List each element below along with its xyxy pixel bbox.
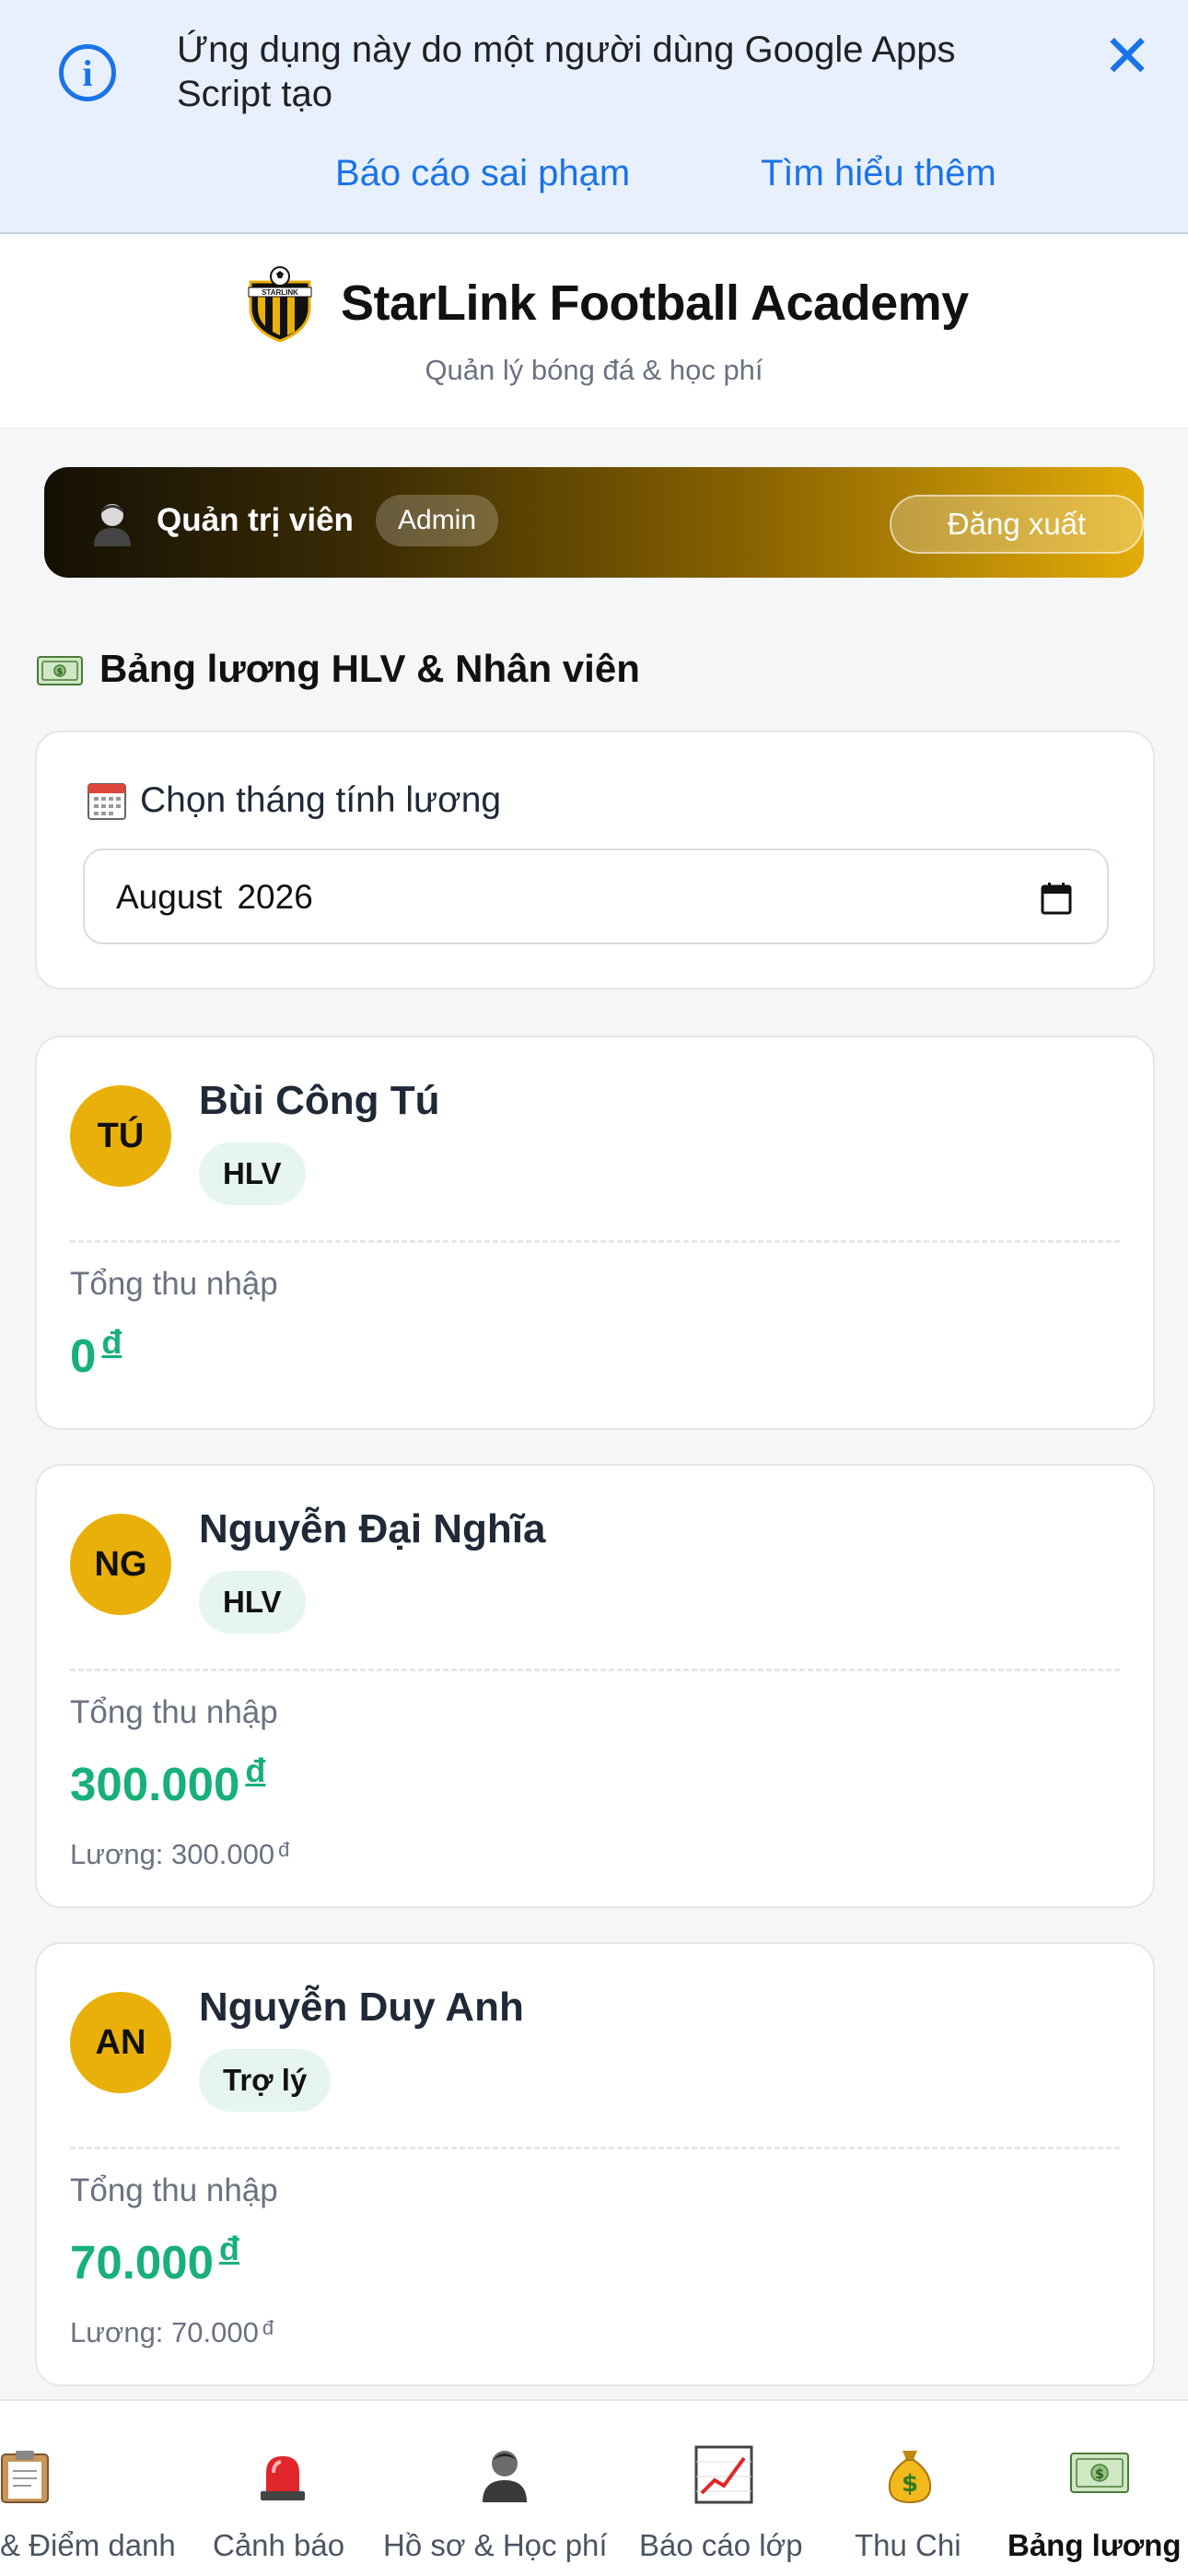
calendar-picker-icon[interactable] xyxy=(1041,882,1072,915)
income-label: Tổng thu nhập xyxy=(70,2172,278,2208)
admin-badge: Admin xyxy=(376,495,499,546)
income-amount: 300.000 xyxy=(70,1758,240,1810)
staff-card: AN Nguyễn Duy Anh Trợ lý Tổng thu nhập 7… xyxy=(35,1942,1155,2386)
nav-item-attendance[interactable]: & Điểm danh xyxy=(0,2401,193,2576)
app-title: StarLink Football Academy xyxy=(341,275,969,331)
nav-label: Cảnh báo xyxy=(213,2528,345,2562)
svg-text:STARLINK: STARLINK xyxy=(262,288,298,297)
divider xyxy=(70,2147,1120,2149)
role-badge: HLV xyxy=(199,1571,306,1633)
nav-label: Báo cáo lớp xyxy=(639,2528,803,2562)
staff-name: Nguyễn Duy Anh xyxy=(199,1985,524,2030)
banknote-icon: $ xyxy=(37,656,83,685)
role-badge: Trợ lý xyxy=(199,2049,332,2112)
divider xyxy=(70,1669,1120,1671)
nav-item-alerts[interactable]: Cảnh báo xyxy=(198,2401,368,2576)
income-label: Tổng thu nhập xyxy=(70,1694,278,1730)
nav-label: Hồ sơ & Học phí xyxy=(383,2528,608,2562)
divider xyxy=(70,1240,1120,1243)
person-icon xyxy=(483,2451,527,2502)
month-picker-card: Chọn tháng tính lương August 2026 xyxy=(35,731,1155,989)
siren-icon xyxy=(261,2456,305,2500)
income-value: 70.000 đ xyxy=(70,2230,239,2289)
nav-item-income-expense[interactable]: $ Thu Chi xyxy=(829,2401,990,2576)
svg-text:$: $ xyxy=(1095,2467,1104,2482)
bottom-nav: & Điểm danh Cảnh báo Hồ sơ & Học phí Báo… xyxy=(0,2399,1188,2576)
currency-symbol: đ xyxy=(245,1751,266,1789)
nav-label: Bảng lương xyxy=(1007,2528,1182,2562)
staff-name: Bùi Công Tú xyxy=(199,1078,440,1123)
currency-symbol: đ xyxy=(262,2316,274,2339)
app-subtitle: Quản lý bóng đá & học phí xyxy=(425,354,763,386)
money-bag-icon: $ xyxy=(888,2451,932,2504)
currency-symbol: đ xyxy=(219,2230,239,2267)
gas-warning-banner: i Ứng dụng này do một người dùng Google … xyxy=(0,0,1188,234)
month-input[interactable]: August 2026 xyxy=(83,849,1109,944)
section-title: Bảng lương HLV & Nhân viên xyxy=(99,647,640,690)
currency-symbol: đ xyxy=(101,1323,122,1361)
info-icon: i xyxy=(59,44,116,101)
month-picker-label: Chọn tháng tính lương xyxy=(87,780,501,821)
income-value: 0đ xyxy=(70,1323,122,1383)
staff-name: Nguyễn Đại Nghĩa xyxy=(199,1506,546,1551)
user-avatar-icon xyxy=(94,504,131,546)
clipboard-icon xyxy=(1,2451,49,2503)
salary-breakdown: Lương: 70.000 đ xyxy=(70,2316,274,2349)
staff-card: NG Nguyễn Đại Nghĩa HLV Tổng thu nhập 30… xyxy=(35,1464,1155,1908)
avatar: NG xyxy=(70,1514,171,1615)
currency-symbol: đ xyxy=(278,1838,290,1861)
staff-card: TÚ Bùi Công Tú HLV Tổng thu nhập 0đ xyxy=(35,1036,1155,1430)
calendar-icon xyxy=(87,783,126,820)
income-amount: 0 xyxy=(70,1329,97,1382)
banknote-icon: $ xyxy=(1070,2453,1129,2493)
logout-button[interactable]: Đăng xuất xyxy=(890,495,1144,554)
app-header: STARLINK StarLink Football Academy Quản … xyxy=(0,236,1188,429)
salary-breakdown-text: Lương: 300.000 xyxy=(70,1838,275,1870)
learn-more-link[interactable]: Tìm hiểu thêm xyxy=(761,151,996,195)
salary-breakdown: Lương: 300.000 đ xyxy=(70,1838,289,1871)
nav-item-class-report[interactable]: Báo cáo lớp xyxy=(635,2401,820,2576)
nav-item-profiles-fees[interactable]: Hồ sơ & Học phí xyxy=(378,2401,631,2576)
salary-breakdown-text: Lương: 70.000 xyxy=(70,2316,259,2348)
nav-label: & Điểm danh xyxy=(0,2528,176,2562)
avatar: TÚ xyxy=(70,1085,171,1187)
income-label: Tổng thu nhập xyxy=(70,1266,278,1302)
svg-text:$: $ xyxy=(902,2470,918,2498)
nav-label: Thu Chi xyxy=(855,2528,961,2562)
avatar: AN xyxy=(70,1992,171,2093)
gas-banner-message: Ứng dụng này do một người dùng Google Ap… xyxy=(177,29,956,114)
academy-logo-icon: STARLINK xyxy=(248,266,312,343)
role-badge: HLV xyxy=(199,1142,306,1205)
svg-text:$: $ xyxy=(57,667,64,677)
chart-icon xyxy=(694,2445,753,2504)
month-picker-label-text: Chọn tháng tính lương xyxy=(140,780,502,820)
user-bar: Quản trị viên Admin Đăng xuất xyxy=(44,467,1144,578)
user-role-label: Quản trị viên xyxy=(157,502,354,538)
close-icon[interactable]: ✕ xyxy=(1101,28,1153,87)
income-value: 300.000 đ xyxy=(70,1751,265,1811)
nav-item-payroll[interactable]: $ Bảng lương xyxy=(1006,2401,1188,2576)
report-abuse-link[interactable]: Báo cáo sai phạm xyxy=(335,151,630,195)
month-input-value: August 2026 xyxy=(116,878,313,916)
income-amount: 70.000 xyxy=(70,2236,214,2289)
